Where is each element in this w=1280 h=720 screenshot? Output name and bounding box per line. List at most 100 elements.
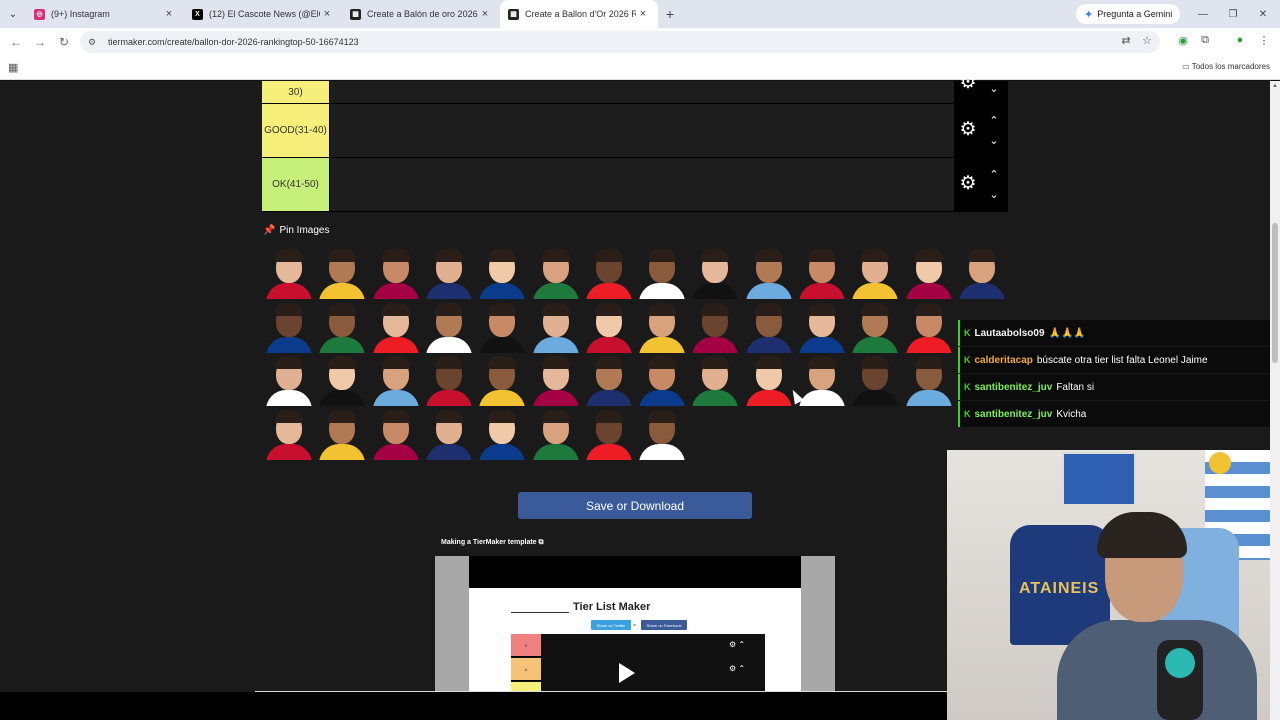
menu-icon[interactable]: ⋮	[1256, 34, 1272, 47]
new-tab-button[interactable]: +	[658, 6, 682, 22]
player-image[interactable]	[425, 249, 472, 299]
tier-label[interactable]: GOOD(31-40)	[262, 104, 329, 157]
tier-label[interactable]: OK(41-50)	[262, 158, 329, 211]
player-image[interactable]	[692, 249, 739, 299]
player-image[interactable]	[319, 302, 366, 353]
close-icon[interactable]: ×	[162, 8, 176, 20]
player-image[interactable]	[905, 249, 952, 299]
gear-icon[interactable]: ⚙	[958, 174, 978, 194]
close-icon[interactable]: ×	[636, 8, 650, 20]
forward-icon[interactable]: →	[28, 35, 52, 49]
minimize-icon[interactable]: —	[1188, 0, 1218, 28]
player-image[interactable]	[692, 302, 739, 353]
tier-drop-zone[interactable]	[329, 104, 954, 157]
player-image[interactable]	[639, 302, 686, 353]
player-image[interactable]	[266, 302, 312, 353]
chevron-down-icon[interactable]: ⌄	[987, 136, 1001, 147]
extensions-puzzle-icon[interactable]: ⧉	[1197, 34, 1213, 47]
chat-username: santibenitez_juv	[974, 408, 1053, 420]
player-image[interactable]	[639, 409, 686, 460]
address-bar[interactable]: ⚙ tiermaker.com/create/ballon-dor-2026-r…	[80, 31, 1160, 53]
player-image[interactable]	[372, 409, 419, 460]
chevron-up-icon[interactable]: ⌃	[987, 116, 1001, 127]
save-download-button[interactable]: Save or Download	[518, 492, 752, 519]
translate-icon[interactable]: ⇄	[1118, 34, 1134, 47]
player-image[interactable]	[266, 409, 312, 460]
player-image[interactable]	[319, 249, 366, 299]
player-image[interactable]	[425, 409, 472, 460]
player-image[interactable]	[266, 249, 312, 299]
player-image[interactable]	[799, 249, 845, 299]
gear-icon[interactable]: ⚙	[958, 73, 978, 93]
player-image[interactable]	[585, 249, 632, 299]
player-image[interactable]	[799, 302, 845, 353]
scrollbar-thumb[interactable]	[1272, 223, 1278, 363]
player-image[interactable]	[319, 356, 366, 406]
tab-search-icon[interactable]: ⌄	[0, 0, 26, 28]
player-image[interactable]	[905, 356, 952, 406]
player-image[interactable]	[852, 302, 899, 353]
gear-icon: ⚙ ⌃	[729, 664, 746, 673]
scroll-up-icon[interactable]: ▲	[1271, 83, 1279, 89]
back-icon[interactable]: ←	[4, 35, 28, 49]
player-image[interactable]	[372, 302, 419, 353]
tier-drop-zone[interactable]	[329, 81, 954, 103]
scrollbar[interactable]: ▲	[1270, 81, 1280, 720]
maximize-icon[interactable]: ❐	[1218, 0, 1248, 28]
player-image[interactable]	[479, 302, 526, 353]
player-image[interactable]	[958, 249, 1005, 299]
site-info-icon[interactable]: ⚙	[88, 37, 102, 48]
player-image[interactable]	[745, 356, 792, 406]
player-image[interactable]	[532, 249, 579, 299]
player-image[interactable]	[639, 249, 686, 299]
player-image[interactable]	[585, 356, 632, 406]
tier-label[interactable]: 30)	[262, 81, 329, 103]
chevron-down-icon[interactable]: ⌄	[987, 190, 1001, 201]
player-image[interactable]	[852, 249, 899, 299]
all-bookmarks[interactable]: ▭ Todos los marcadores	[1182, 62, 1270, 71]
player-image[interactable]	[479, 409, 526, 460]
apps-grid-icon[interactable]: ▦	[8, 61, 18, 74]
player-image[interactable]	[425, 302, 472, 353]
tier-drop-zone[interactable]	[329, 158, 954, 211]
browser-tab[interactable]: ◎ (9+) Instagram ×	[26, 0, 184, 28]
play-icon[interactable]	[619, 663, 635, 683]
player-image[interactable]	[745, 249, 792, 299]
player-image[interactable]	[266, 356, 312, 406]
close-icon[interactable]: ×	[320, 8, 334, 20]
close-icon[interactable]: ×	[478, 8, 492, 20]
player-image[interactable]	[372, 356, 419, 406]
gemini-button[interactable]: ✦ Pregunta a Gemini	[1076, 4, 1181, 24]
gear-icon[interactable]: ⚙	[958, 120, 978, 140]
browser-tab[interactable]: ▦ Create a Balón de oro 2026 Tier List×	[342, 0, 500, 28]
player-image[interactable]	[745, 302, 792, 353]
jersey-text: ATAINEIS	[1019, 580, 1100, 597]
player-image[interactable]	[532, 302, 579, 353]
bookmark-star-icon[interactable]: ☆	[1139, 34, 1155, 47]
player-image[interactable]	[905, 302, 952, 353]
external-link-icon[interactable]: ⧉	[539, 539, 544, 546]
player-image[interactable]	[319, 409, 366, 460]
player-image[interactable]	[479, 249, 526, 299]
player-image[interactable]	[585, 409, 632, 460]
player-image[interactable]	[585, 302, 632, 353]
profile-avatar-icon[interactable]: ●	[1232, 34, 1248, 46]
player-image[interactable]	[852, 356, 899, 406]
player-image[interactable]	[532, 356, 579, 406]
player-image[interactable]	[532, 409, 579, 460]
browser-tab[interactable]: ▦ Create a Ballon d'Or 2026 Ranking×	[500, 0, 658, 28]
pin-images-toggle[interactable]: 📌 Pin Images	[263, 225, 329, 236]
reload-icon[interactable]: ↻	[52, 35, 76, 49]
browser-tab[interactable]: X (12) El Cascote News (@ElCascote)×	[184, 0, 342, 28]
player-image[interactable]	[799, 356, 845, 406]
player-image[interactable]	[425, 356, 472, 406]
player-image[interactable]	[692, 356, 739, 406]
player-image[interactable]	[479, 356, 526, 406]
extension-icon[interactable]: ◉	[1175, 34, 1191, 47]
chevron-up-icon[interactable]: ⌃	[987, 170, 1001, 181]
chevron-down-icon[interactable]: ⌄	[987, 84, 1001, 95]
tutorial-video[interactable]: Tier List Maker Share on Twitter or Shar…	[435, 556, 835, 693]
player-image[interactable]	[639, 356, 686, 406]
close-window-icon[interactable]: ✕	[1248, 0, 1278, 28]
player-image[interactable]	[372, 249, 419, 299]
